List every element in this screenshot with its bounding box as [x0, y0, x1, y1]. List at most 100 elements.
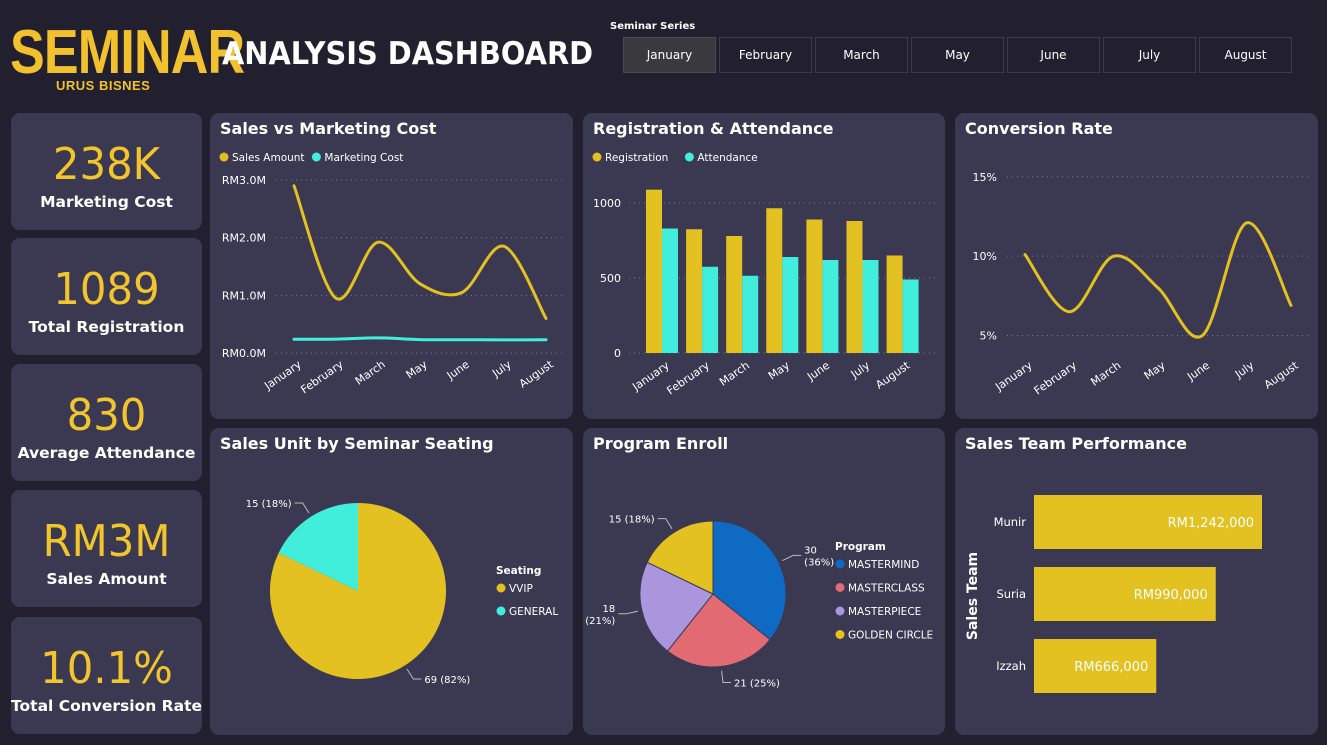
legend-marker	[835, 559, 845, 569]
slicer-option-march[interactable]: March	[815, 37, 908, 73]
legend-label: GENERAL	[509, 606, 558, 618]
sales-marketing-chart: Sales Amount Marketing Cost RM0.0M RM1.0M RM…	[219, 152, 565, 396]
logo-sub-text: URUS BISNES	[56, 78, 151, 93]
x-tick-label: May	[1142, 359, 1168, 383]
sales-marketing-panel: Sales vs Marketing Cost Sales Amount Mark…	[210, 113, 573, 419]
bar-registration	[646, 189, 662, 353]
x-tick-label: August	[517, 357, 557, 390]
slicer-option-may[interactable]: May	[911, 37, 1004, 73]
x-tick-label: June	[1184, 359, 1212, 384]
kpi-value: 830	[66, 390, 147, 441]
kpi-value: RM3M	[42, 516, 171, 567]
panel-title: Sales Unit by Seminar Seating	[220, 434, 494, 453]
logo-main-text: SEMINAR	[10, 18, 245, 87]
kpi-label: Sales Amount	[46, 570, 167, 588]
slicer-option-august[interactable]: August	[1199, 37, 1292, 73]
x-tick-label: July	[848, 359, 873, 382]
bar-registration	[766, 208, 783, 353]
bar-attendance	[862, 260, 879, 353]
bar-data-label: RM666,000	[1074, 660, 1148, 675]
legend-marker	[592, 152, 602, 162]
bar-attendance	[782, 257, 799, 353]
slicer-option-july[interactable]: July	[1103, 37, 1196, 73]
legend-marker	[311, 152, 321, 162]
conversion-chart: 5% 10% 15% JanuaryFebruary March May June July A…	[973, 171, 1310, 398]
team-panel: Sales Team Performance Sales Team Munir RM…	[955, 428, 1318, 735]
slicer-option-january[interactable]: January	[623, 37, 716, 73]
legend-marker	[496, 606, 506, 616]
legend-label: MASTERPIECE	[848, 606, 921, 618]
kpi-card-total-registration: 1089 Total Registration	[11, 238, 202, 355]
legend-title: Program	[835, 541, 886, 553]
legend-marker	[835, 630, 845, 639]
seating-panel: Sales Unit by Seminar Seating 69 (82%) 15…	[210, 428, 573, 735]
legend-label: GOLDEN CIRCLE	[848, 630, 933, 642]
y-tick-label: 0	[614, 347, 621, 360]
bar-attendance	[822, 260, 839, 353]
pie-data-label: 30	[804, 545, 817, 556]
bar-registration	[886, 255, 903, 353]
legend-marker	[684, 152, 694, 162]
y-tick-label: RM3.0M	[222, 174, 266, 187]
x-tick-label: February	[1032, 359, 1080, 398]
registration-panel: Registration & Attendance Registration At…	[583, 113, 945, 419]
pie-data-label: 69 (82%)	[424, 675, 470, 686]
legend-marker	[496, 583, 506, 593]
program-panel: Program Enroll 30 (36%) 21 (25%) 18 (21%) 15 …	[583, 428, 945, 735]
bar-attendance	[742, 275, 759, 353]
y-tick-label: 500	[600, 272, 621, 285]
y-tick-label: RM1.0M	[222, 289, 266, 302]
panel-title: Program Enroll	[593, 434, 729, 453]
y-tick-label: 10%	[973, 250, 997, 263]
x-tick-label: January	[992, 359, 1035, 394]
kpi-label: Total Registration	[28, 318, 185, 336]
kpi-card-conversion-rate: 10.1% Total Conversion Rate	[11, 617, 202, 734]
bar-registration	[846, 221, 863, 353]
y-tick-label: RM2.0M	[222, 232, 266, 245]
panel-title: Sales Team Performance	[965, 434, 1187, 453]
x-tick-label: February	[664, 359, 712, 398]
kpi-label: Marketing Cost	[40, 193, 173, 211]
kpi-card-marketing-cost: 238K Marketing Cost	[11, 113, 202, 230]
x-tick-label: August	[873, 358, 913, 391]
x-tick-label: March	[1088, 359, 1123, 389]
slicer-title: Seminar Series	[610, 21, 696, 32]
pie-data-label: 18	[602, 604, 615, 615]
pie-data-label: 21 (25%)	[734, 678, 780, 689]
kpi-card-sales-amount: RM3M Sales Amount	[11, 490, 202, 607]
y-tick-label: RM0.0M	[222, 347, 266, 360]
bar-registration	[806, 219, 823, 353]
category-label: Munir	[994, 515, 1027, 529]
team-chart: Sales Team Munir RM1,242,000 Suria RM990,000…	[965, 495, 1262, 693]
kpi-value: 238K	[52, 139, 161, 190]
series-line-marketing-cost	[292, 336, 548, 342]
slicer-option-february[interactable]: February	[719, 37, 812, 73]
legend-label: Marketing Cost	[324, 152, 403, 164]
pie-data-label: 15 (18%)	[246, 499, 292, 510]
legend-label: VVIP	[509, 583, 533, 595]
legend-label: MASTERCLASS	[848, 583, 925, 595]
brand-logo: SEMINAR URUS BISNES	[10, 22, 245, 94]
category-label: Izzah	[996, 659, 1026, 673]
bar-attendance	[702, 266, 719, 353]
pie-data-label: (36%)	[804, 557, 834, 568]
legend-marker	[835, 606, 845, 616]
bar-attendance	[662, 228, 678, 353]
bar-registration	[686, 229, 703, 353]
x-tick-label: May	[766, 359, 792, 383]
x-tick-label: July	[489, 358, 514, 381]
series-line-sales-amount	[292, 184, 548, 320]
x-tick-label: March	[717, 359, 752, 389]
pie-leader-line	[294, 502, 310, 514]
pie-data-label: 15 (18%)	[609, 515, 655, 526]
series-line-conversion-rate	[1023, 221, 1293, 339]
x-tick-label: June	[444, 358, 472, 383]
dashboard-title: ANALYSIS DASHBOARD	[222, 36, 594, 72]
slicer-option-june[interactable]: June	[1007, 37, 1100, 73]
kpi-label: Total Conversion Rate	[11, 697, 202, 715]
legend-label: Registration	[605, 152, 668, 164]
y-axis-title: Sales Team	[965, 552, 981, 640]
y-tick-label: 5%	[980, 330, 997, 343]
x-tick-label: August	[1262, 358, 1302, 391]
pie-leader-line	[406, 668, 422, 680]
